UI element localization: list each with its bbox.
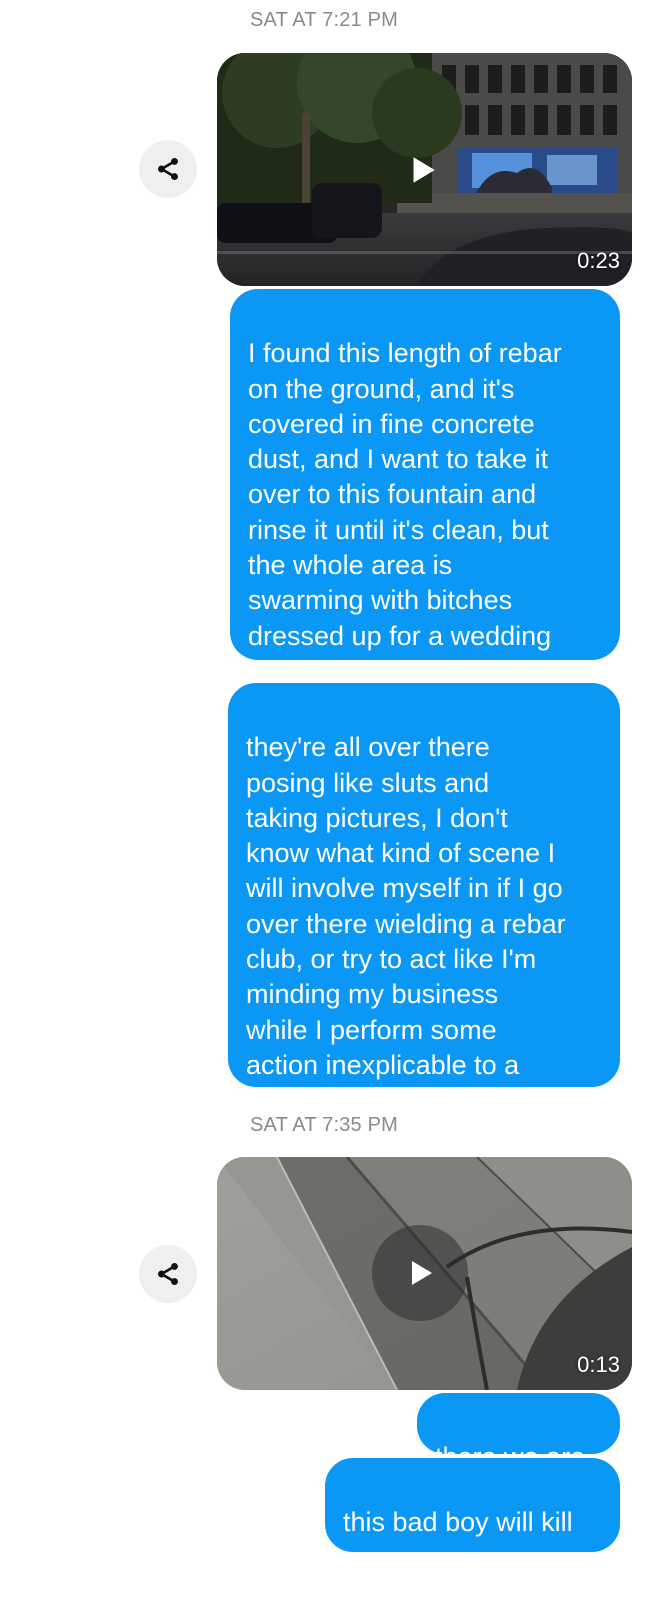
message-text: this bad boy will kill someone [343,1507,573,1573]
message-text: I found this length of rebar on the grou… [248,338,562,686]
play-icon [413,157,435,183]
video-duration: 0:23 [577,248,620,273]
timestamp: SAT AT 7:35 PM [249,1114,399,1136]
message-text: they're all over there posing like sluts… [246,732,566,1116]
timestamp: SAT AT 7:21 PM [249,9,399,31]
share-icon [158,157,178,181]
share-button[interactable] [139,1245,197,1303]
video-duration: 0:13 [577,1352,620,1377]
share-button[interactable] [139,140,197,198]
video-message[interactable]: 0:23 [217,53,632,286]
message-bubble[interactable]: I found this length of rebar on the grou… [230,289,620,686]
play-button[interactable] [397,145,447,195]
play-button[interactable] [372,1225,468,1321]
video-message[interactable]: 0:13 [217,1157,632,1390]
message-bubble[interactable]: there we are [417,1393,620,1472]
play-icon [412,1261,432,1285]
share-icon [158,1262,178,1286]
message-bubble[interactable]: this bad boy will kill someone [325,1458,620,1573]
message-bubble[interactable]: they're all over there posing like sluts… [228,683,620,1115]
